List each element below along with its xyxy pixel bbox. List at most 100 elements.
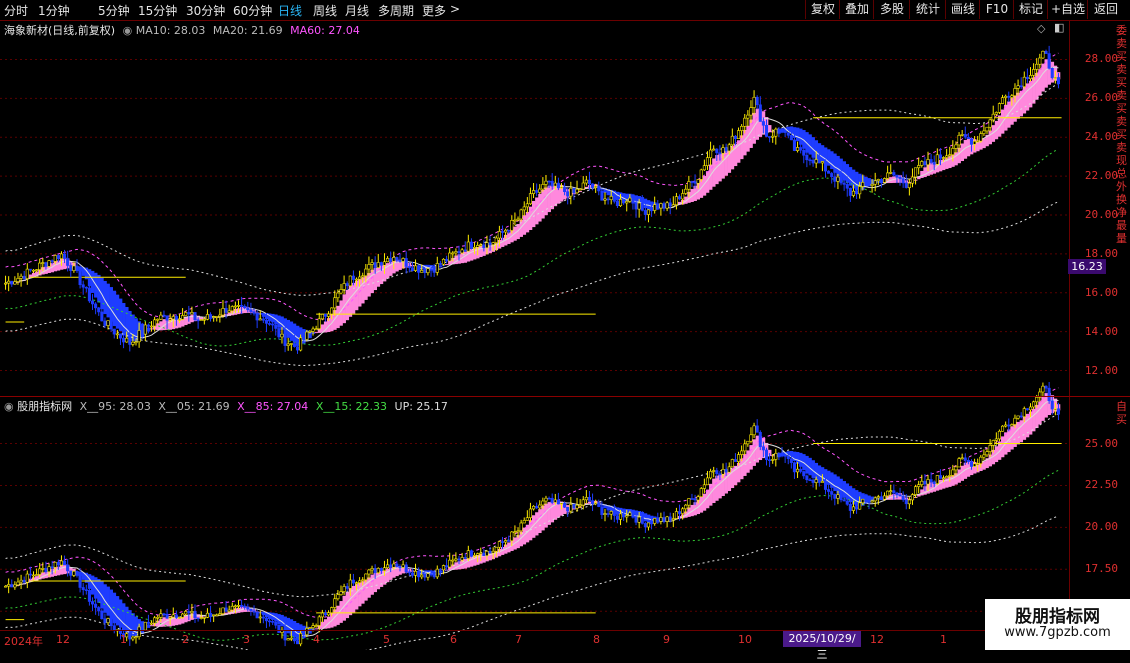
sub-candle-body: [177, 617, 182, 619]
sub-candle-body: [973, 463, 977, 467]
date-label: 7: [515, 633, 522, 646]
sub-candle-body: [954, 466, 958, 471]
main-candle-body: [634, 202, 638, 210]
sub-candle-body: [208, 612, 213, 616]
sub-candle-body: [181, 613, 185, 618]
sub-candle-body: [69, 570, 73, 576]
main-candle-body: [367, 264, 371, 270]
sub-candle-body: [749, 434, 753, 442]
main-candle-body: [556, 182, 560, 189]
sub-candle-body: [485, 550, 489, 556]
main-candle-body: [581, 182, 585, 190]
main-trend-band: [438, 265, 443, 268]
sub-candle-body: [985, 451, 989, 456]
sub-trend-band: [833, 474, 837, 492]
sub-side-text: 自买: [1116, 400, 1127, 426]
sub-candle-body: [845, 500, 849, 505]
sub-candle-body: [264, 617, 268, 622]
main-candle-body: [550, 180, 554, 187]
main-candle-body: [1004, 95, 1008, 98]
main-candle-body: [699, 169, 703, 180]
sub-candle-body: [261, 616, 265, 619]
sub-candle-body: [81, 587, 85, 590]
main-candle-body: [777, 128, 781, 131]
sub-candle-body: [497, 541, 501, 548]
sub-candle-body: [709, 471, 713, 479]
sub-candle-body: [386, 564, 390, 569]
main-candle-body: [314, 328, 318, 331]
sub-candle-body: [41, 568, 45, 570]
sub-candle-body: [38, 568, 42, 575]
sub-candle-body: [389, 564, 393, 568]
main-candle-body: [221, 308, 225, 316]
sub-candle-body: [603, 513, 607, 515]
sub-candle-body: [507, 540, 511, 542]
main-trend-band: [982, 138, 986, 149]
main-candle-body: [413, 265, 418, 271]
sub-candle-body: [702, 484, 706, 489]
main-trend-band: [544, 187, 548, 216]
sub-candle-body: [240, 605, 244, 607]
main-candle-body: [504, 229, 508, 233]
sub-candle-body: [687, 498, 691, 506]
main-candle-body: [224, 308, 228, 313]
sub-candle-body: [867, 500, 871, 503]
sub-candle-body: [547, 497, 551, 500]
sub-candle-body: [395, 563, 399, 567]
sub-trend-band: [715, 475, 719, 501]
main-candle-body: [659, 203, 663, 209]
main-candle-body: [35, 269, 39, 271]
main-candle-body: [28, 268, 32, 271]
main-candle-body: [997, 103, 1001, 113]
sub-candle-body: [870, 500, 874, 503]
sub-candle-body: [109, 618, 113, 627]
main-candle-body: [513, 219, 517, 222]
main-candle-body: [451, 252, 455, 255]
main-candle-body: [271, 323, 275, 326]
sub-candle-body: [494, 546, 498, 552]
sub-candle-body: [609, 511, 613, 515]
sub-y-tick: 20.00: [1084, 520, 1118, 534]
sub-candle-body: [1032, 401, 1036, 408]
main-candle-body: [472, 246, 477, 249]
sub-candle-body: [413, 570, 418, 576]
sub-candle-body: [90, 601, 95, 605]
sub-candle-body: [659, 517, 663, 522]
main-candle-body: [764, 124, 769, 137]
sub-trend-band: [63, 564, 67, 575]
sub-candle-body: [457, 558, 461, 561]
main-candle-body: [146, 324, 150, 327]
main-candle-body: [982, 130, 986, 134]
sub-candle-body: [805, 475, 809, 481]
main-candle-body: [668, 202, 672, 207]
sub-candle-body: [367, 569, 371, 575]
main-candle-body: [879, 179, 883, 183]
sub-candle-body: [224, 607, 228, 612]
sub-trend-band: [118, 599, 123, 628]
main-candle-body: [426, 268, 430, 274]
main-trend-band: [351, 282, 356, 314]
main-candle-body: [208, 314, 213, 318]
sub-candle-body: [364, 573, 368, 581]
sub-trend-band: [544, 503, 548, 528]
sub-candle-body: [746, 440, 750, 445]
main-candle-body: [587, 179, 592, 185]
kline-chart[interactable]: [0, 0, 1130, 650]
sub-y-tick: 17.50: [1084, 562, 1118, 576]
sub-candle-body: [35, 574, 39, 576]
main-candle-body: [258, 318, 262, 321]
sub-candle-body: [827, 489, 831, 492]
main-candle-body: [38, 262, 42, 270]
main-candle-body: [938, 154, 942, 159]
sub-candle-body: [861, 498, 865, 504]
main-candle-body: [401, 258, 405, 262]
main-candle-body: [519, 209, 523, 220]
sub-candle-body: [1013, 417, 1017, 425]
sub-candle-body: [230, 605, 234, 611]
main-candle-body: [488, 242, 492, 246]
main-candle-body: [861, 182, 865, 187]
sub-candle-body: [851, 506, 856, 511]
sub-candle-body: [907, 499, 911, 505]
main-trend-band: [820, 145, 825, 162]
sub-trend-band: [643, 513, 648, 522]
